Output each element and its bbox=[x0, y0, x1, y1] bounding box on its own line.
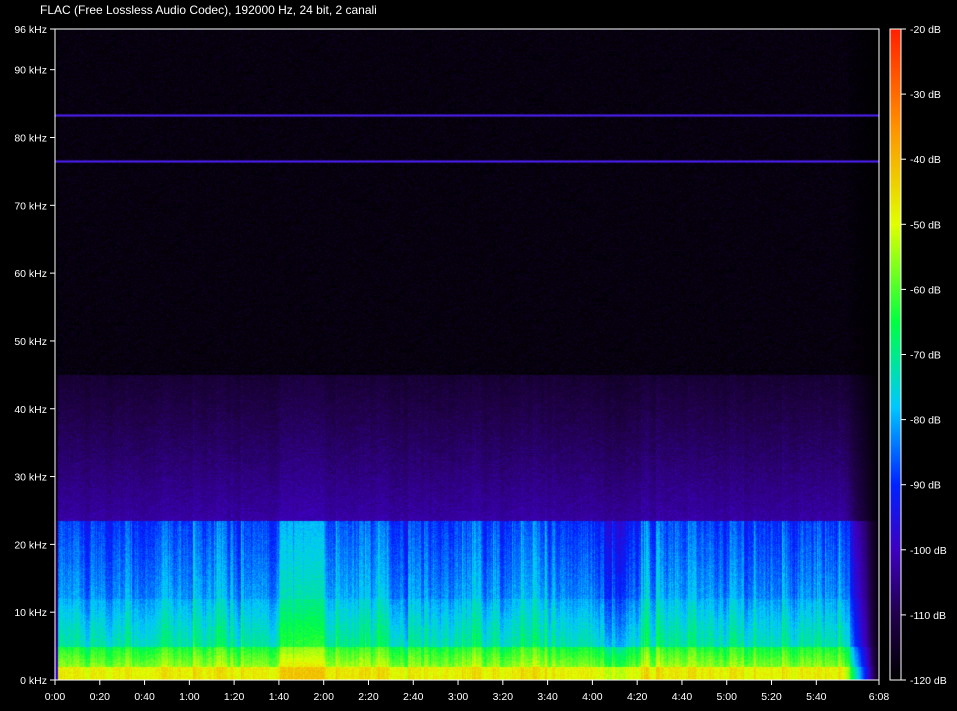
x-tick-label: 5:20 bbox=[761, 691, 782, 703]
x-tick-label: 1:20 bbox=[224, 691, 245, 703]
colorbar-tick-label: -20 dB bbox=[910, 24, 941, 36]
colorbar-axis: -20 dB -30 dB -40 dB -50 dB -60 dB -70 dB -80 … bbox=[901, 24, 947, 687]
x-tick-label: 6:08 bbox=[869, 691, 890, 703]
x-tick-label: 0:40 bbox=[134, 691, 155, 703]
y-tick-label: 60 kHz bbox=[14, 268, 47, 280]
x-tick-label: 5:40 bbox=[806, 691, 827, 703]
x-tick-label: 3:20 bbox=[493, 691, 514, 703]
y-tick-label: 80 kHz bbox=[14, 133, 47, 145]
y-tick-label: 10 kHz bbox=[14, 607, 47, 619]
spectrogram-title: FLAC (Free Lossless Audio Codec), 192000… bbox=[40, 3, 377, 17]
colorbar-tick-label: -50 dB bbox=[910, 219, 941, 231]
spectrogram-plot-area bbox=[55, 29, 879, 680]
x-tick-label: 4:00 bbox=[582, 691, 603, 703]
x-tick-label: 0:00 bbox=[45, 691, 66, 703]
y-tick-label: 20 kHz bbox=[14, 539, 47, 551]
y-tick-label: 96 kHz bbox=[14, 24, 47, 36]
colorbar-tick-label: -80 dB bbox=[910, 415, 941, 427]
colorbar-tick-label: -70 dB bbox=[910, 350, 941, 362]
x-tick-label: 2:40 bbox=[403, 691, 424, 703]
colorbar-tick-label: -100 dB bbox=[910, 545, 947, 557]
colorbar-tick-label: -30 dB bbox=[910, 89, 941, 101]
x-tick-label: 4:20 bbox=[627, 691, 648, 703]
colorbar-tick-label: -110 dB bbox=[910, 610, 946, 622]
colorbar-tick-label: -60 dB bbox=[910, 284, 941, 296]
x-tick-label: 1:40 bbox=[269, 691, 290, 703]
y-tick-label: 0 kHz bbox=[20, 675, 47, 687]
x-axis: 0:00 0:20 0:40 1:00 1:20 1:40 2:00 2:20 2:40 3:00… bbox=[45, 680, 890, 703]
y-tick-label: 30 kHz bbox=[14, 472, 47, 484]
y-tick-label: 50 kHz bbox=[14, 336, 47, 348]
colorbar bbox=[889, 28, 902, 681]
y-tick-label: 90 kHz bbox=[14, 65, 47, 77]
x-tick-label: 2:20 bbox=[358, 691, 379, 703]
x-tick-label: 5:00 bbox=[717, 691, 738, 703]
x-tick-label: 3:00 bbox=[448, 691, 469, 703]
x-tick-label: 2:00 bbox=[313, 691, 334, 703]
y-tick-label: 70 kHz bbox=[14, 200, 47, 212]
x-tick-label: 4:40 bbox=[672, 691, 693, 703]
colorbar-tick-label: -40 dB bbox=[910, 154, 941, 166]
y-tick-label: 40 kHz bbox=[14, 404, 47, 416]
x-tick-label: 0:20 bbox=[90, 691, 111, 703]
spectrogram-canvas bbox=[55, 29, 879, 680]
x-tick-label: 1:00 bbox=[179, 691, 200, 703]
y-axis: 0 kHz 10 kHz 20 kHz 30 kHz 40 kHz 50 kHz 60 kH… bbox=[14, 24, 55, 687]
colorbar-tick-label: -90 dB bbox=[910, 480, 941, 492]
x-tick-label: 3:40 bbox=[537, 691, 558, 703]
colorbar-tick-label: -120 dB bbox=[910, 675, 947, 687]
